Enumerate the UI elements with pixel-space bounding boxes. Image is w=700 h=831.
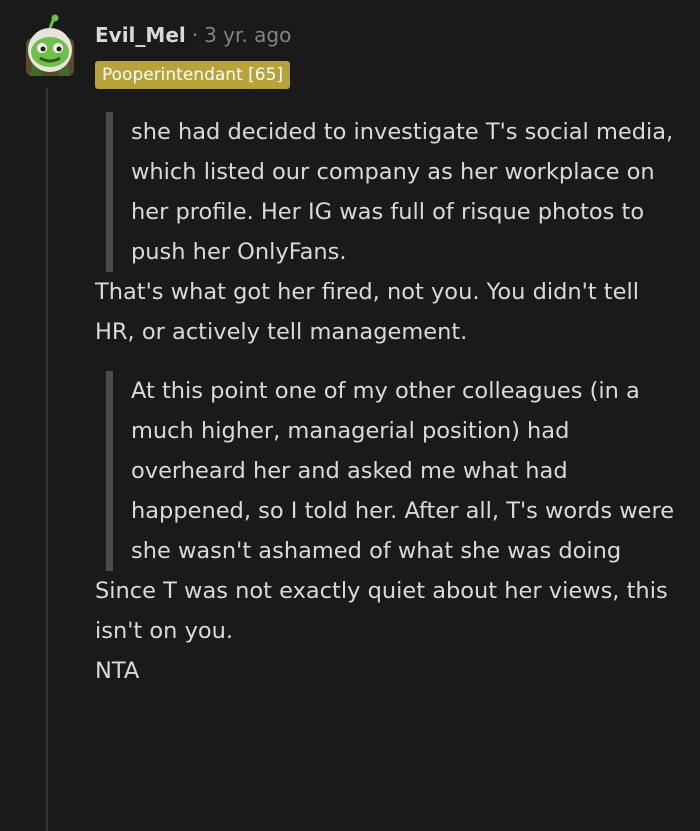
comment-timestamp[interactable]: 3 yr. ago	[204, 23, 291, 47]
comment-paragraph: Since T was not exactly quiet about her …	[95, 578, 668, 644]
quote-text: At this point one of my other colleagues…	[131, 378, 675, 564]
blockquote: At this point one of my other colleagues…	[106, 371, 685, 571]
thread-line[interactable]	[46, 88, 48, 831]
comment-paragraph: NTA	[95, 658, 140, 684]
author-name[interactable]: Evil_Mel	[95, 23, 186, 47]
comment-meta: Evil_Mel · 3 yr. ago	[95, 20, 291, 50]
blockquote: she had decided to investigate T's socia…	[106, 112, 685, 272]
user-flair: Pooperintendant [65]	[95, 61, 291, 89]
comment-body: she had decided to investigate T's socia…	[95, 112, 685, 691]
meta-separator: ·	[191, 23, 199, 47]
comment-paragraph: That's what got her fired, not you. You …	[95, 279, 639, 345]
quote-text: she had decided to investigate T's socia…	[131, 119, 674, 265]
snoo-avatar-icon[interactable]	[22, 14, 78, 78]
